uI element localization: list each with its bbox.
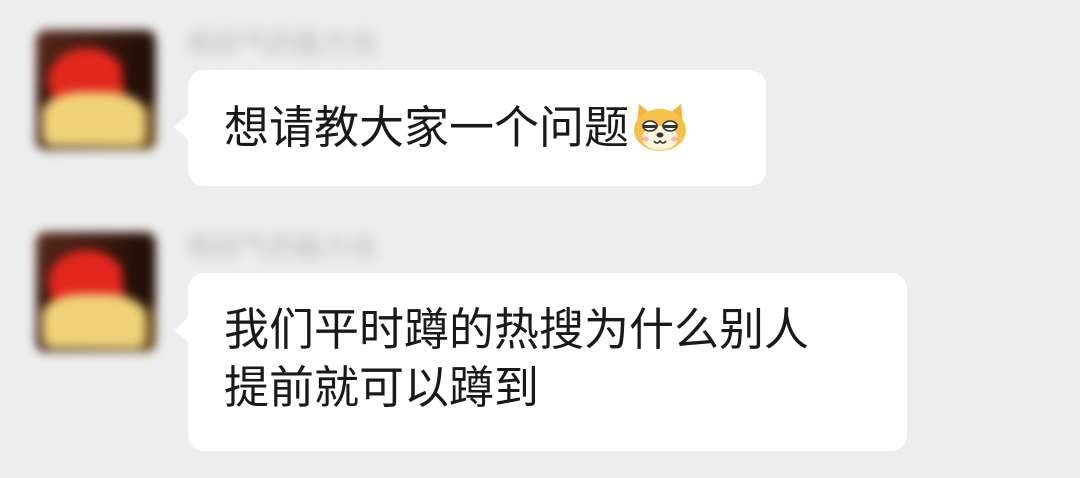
message-text: 想请教大家一个问题 [224, 101, 630, 154]
message-bubble[interactable]: 我们平时蹲的热搜为什么别人 提前就可以蹲到 [174, 273, 907, 451]
message-bubble[interactable]: 想请教大家一个问题 [174, 70, 766, 186]
message-text-line: 提前就可以蹲到 [224, 361, 540, 414]
sender-name: 和好气的能力也 [188, 29, 377, 60]
avatar[interactable] [36, 30, 156, 150]
message-text-line: 我们平时蹲的热搜为什么别人 [224, 303, 810, 356]
sender-name: 和好气的能力也 [188, 233, 377, 264]
avatar[interactable] [36, 232, 156, 352]
doge-face-icon [634, 104, 687, 151]
